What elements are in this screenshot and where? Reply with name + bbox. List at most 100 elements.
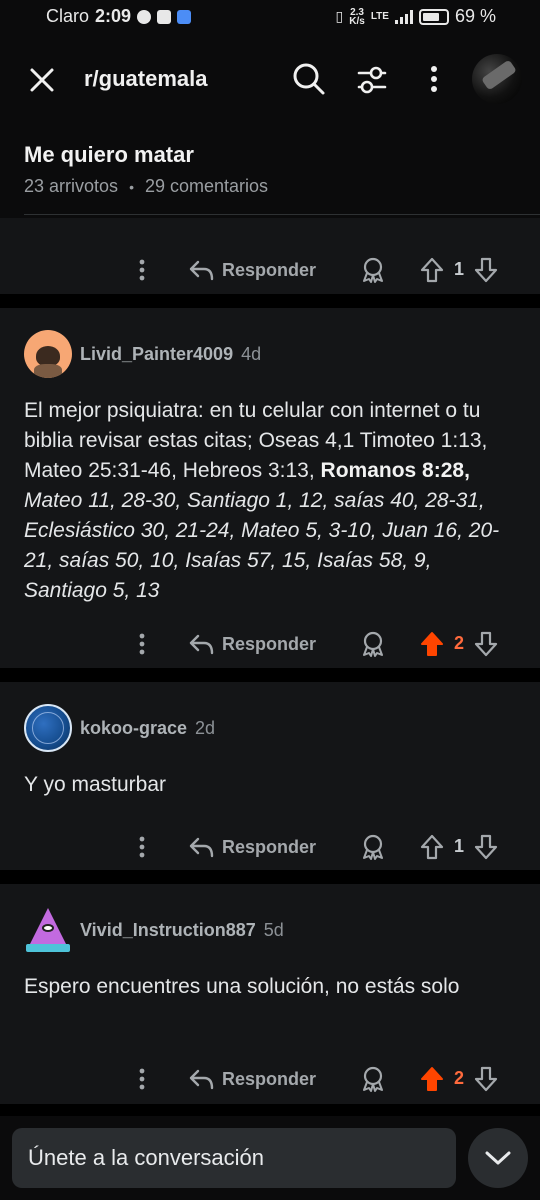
- alarm-icon: [137, 9, 152, 24]
- network-type: LTE: [370, 11, 389, 22]
- calendar-icon: [177, 9, 192, 24]
- signal-icon: [394, 9, 413, 24]
- vote-count: 2: [453, 633, 464, 653]
- reply-icon: [189, 260, 214, 281]
- comment-more-button[interactable]: [132, 628, 152, 660]
- reply-label: Responder: [222, 633, 317, 654]
- clock: 2:09: [95, 6, 132, 26]
- app-header: r/guatemala: [0, 34, 540, 128]
- net-speed-unit: K/s: [349, 15, 365, 27]
- comment-age: 5d: [263, 919, 284, 940]
- award-button[interactable]: [360, 630, 386, 658]
- vote-count: 2: [453, 1068, 464, 1088]
- close-button[interactable]: [28, 66, 56, 94]
- avatar-base-shape: [26, 944, 70, 952]
- comment-author-row: Livid_Painter4009 4d: [24, 330, 261, 378]
- downvote-outline-icon: [474, 834, 498, 860]
- award-icon: [363, 631, 383, 657]
- award-icon: [363, 257, 383, 283]
- search-icon: [293, 63, 325, 95]
- net-speed: 2.3 K/s: [349, 7, 365, 27]
- downvote-button[interactable]: [474, 833, 498, 861]
- reply-icon: [189, 837, 214, 858]
- reply-label: Responder: [222, 836, 317, 857]
- downvote-button[interactable]: [474, 630, 498, 658]
- more-vertical-icon: [139, 836, 145, 858]
- downvote-button[interactable]: [474, 1065, 498, 1093]
- reply-button[interactable]: Responder: [188, 833, 316, 861]
- comment-actions: Responder 2: [0, 624, 540, 664]
- upvote-button[interactable]: [420, 833, 444, 861]
- award-button[interactable]: [360, 833, 386, 861]
- downvote-outline-icon: [474, 257, 498, 283]
- award-button[interactable]: [360, 256, 386, 284]
- subreddit-name[interactable]: r/guatemala: [84, 66, 208, 92]
- close-icon: [30, 68, 54, 92]
- comment-more-button[interactable]: [132, 1063, 152, 1095]
- battery-level: 69 %: [454, 6, 496, 26]
- filter-icon: [357, 66, 387, 94]
- user-avatar[interactable]: [24, 906, 72, 954]
- upvote-button[interactable]: [420, 1065, 444, 1093]
- sort-filter-button[interactable]: [356, 64, 388, 96]
- reply-button[interactable]: Responder: [188, 630, 316, 658]
- comment-actions: Responder 1: [0, 250, 540, 290]
- comment-body: Espero encuentres una solución, no estás…: [24, 975, 460, 998]
- comment-card: kokoo-grace 2d Y yo masturbar Responder …: [0, 682, 540, 870]
- avatar-eye-shape: [42, 924, 54, 932]
- username[interactable]: Vivid_Instruction887: [80, 920, 256, 941]
- upvote-outline-icon: [420, 257, 444, 283]
- post-title: Me quiero matar: [24, 142, 194, 167]
- upvote-button[interactable]: [420, 256, 444, 284]
- comment-text-italic: Mateo 11, 28-30, Santiago 1, 12, saías 4…: [24, 489, 500, 602]
- more-vertical-icon: [139, 1068, 145, 1090]
- comment-age: 4d: [241, 343, 262, 364]
- chevron-down-icon: [485, 1151, 511, 1165]
- carrier-label: Claro: [46, 6, 90, 26]
- username[interactable]: kokoo-grace: [80, 718, 187, 739]
- join-conversation-input[interactable]: Únete a la conversación: [12, 1128, 456, 1188]
- comment-age: 2d: [195, 717, 216, 738]
- status-left: Claro 2:09: [46, 6, 192, 27]
- downvote-outline-icon: [474, 1066, 498, 1092]
- comment-card: Livid_Painter4009 4d El mejor psiquiatra…: [0, 308, 540, 668]
- divider: [24, 214, 540, 215]
- downvote-button[interactable]: [474, 256, 498, 284]
- upvote-button[interactable]: [420, 630, 444, 658]
- vote-count: 1: [453, 836, 464, 856]
- vote-count: 1: [453, 259, 464, 279]
- comment-body: Y yo masturbar: [24, 773, 167, 796]
- post-header: Me quiero matar 23 arrivotos • 29 coment…: [0, 128, 540, 218]
- reply-button[interactable]: Responder: [188, 256, 316, 284]
- upvote-outline-icon: [420, 834, 444, 860]
- reply-button[interactable]: Responder: [188, 1065, 316, 1093]
- status-bar: Claro 2:09 ▯ 2.3 K/s LTE 69 %: [0, 0, 540, 34]
- search-button[interactable]: [292, 62, 326, 96]
- collapse-comments-button[interactable]: [468, 1128, 528, 1188]
- reply-label: Responder: [222, 1068, 317, 1089]
- user-avatar[interactable]: [24, 330, 72, 378]
- comment-card: Responder 1: [0, 218, 540, 294]
- more-vertical-icon: [139, 633, 145, 655]
- comment-more-button[interactable]: [132, 831, 152, 863]
- vibrate-icon: ▯: [335, 8, 344, 24]
- overflow-menu-button[interactable]: [422, 62, 446, 96]
- status-right: ▯ 2.3 K/s LTE 69 %: [336, 6, 496, 27]
- reply-icon: [189, 634, 214, 655]
- comment-author-row: Vivid_Instruction887 5d: [24, 906, 284, 954]
- comment-body: El mejor psiquiatra: en tu celular con i…: [24, 396, 514, 606]
- username[interactable]: Livid_Painter4009: [80, 344, 233, 365]
- reply-icon: [189, 1069, 214, 1090]
- award-button[interactable]: [360, 1065, 386, 1093]
- comment-more-button[interactable]: [132, 254, 152, 286]
- user-avatar[interactable]: [472, 54, 522, 104]
- award-icon: [363, 834, 383, 860]
- comment-author-row: kokoo-grace 2d: [24, 704, 215, 752]
- comment-card: Vivid_Instruction887 5d Espero encuentre…: [0, 884, 540, 1104]
- comment-actions: Responder 1: [0, 827, 540, 867]
- upvote-filled-icon: [421, 632, 443, 656]
- award-icon: [363, 1066, 383, 1092]
- post-meta: 23 arrivotos • 29 comentarios: [24, 176, 268, 197]
- user-avatar[interactable]: [24, 704, 72, 752]
- comment-text-bold: Romanos 8:28,: [320, 459, 470, 482]
